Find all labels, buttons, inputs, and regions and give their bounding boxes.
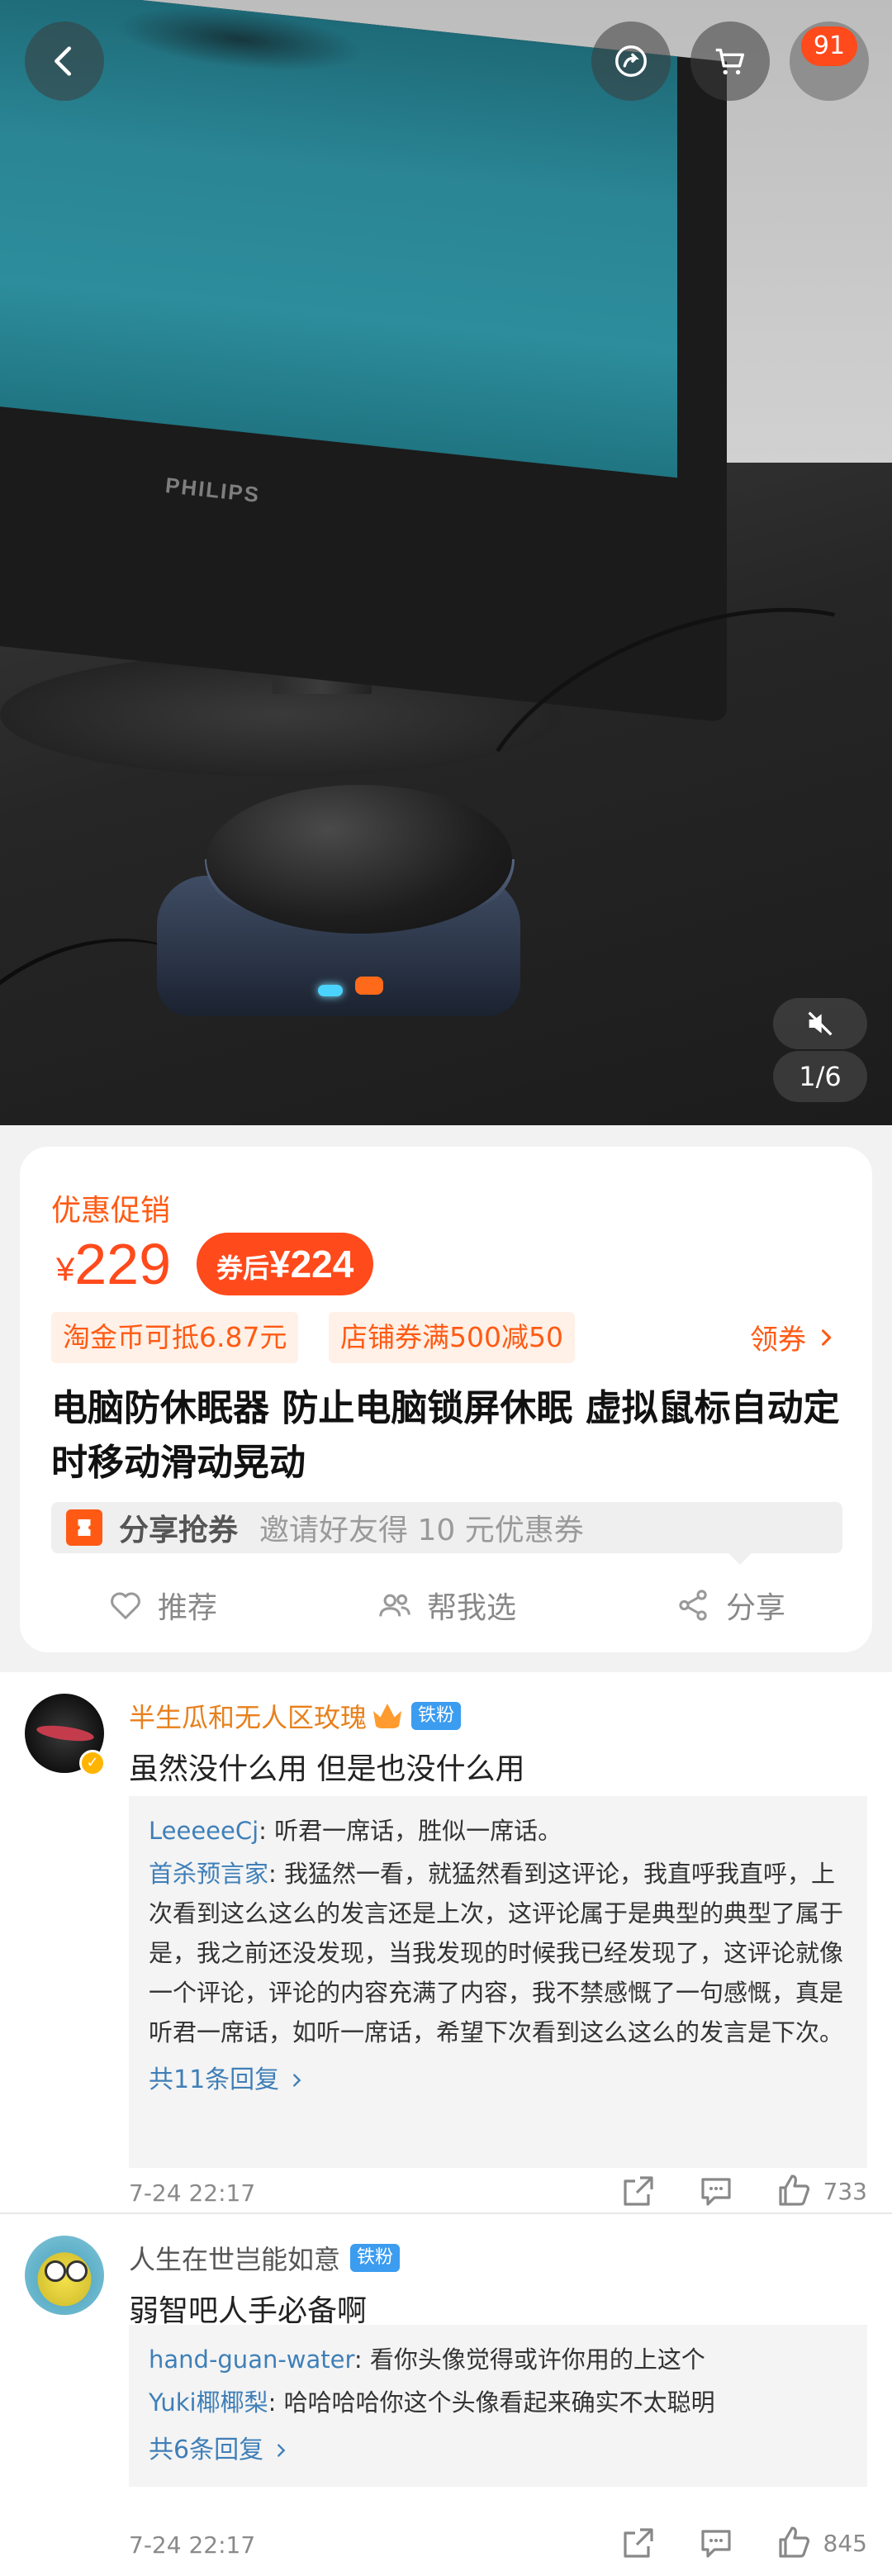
- reply-comment-icon[interactable]: [696, 2523, 736, 2563]
- heart-icon: [111, 1592, 140, 1619]
- comment-username[interactable]: 人生在世岂能如意 铁粉: [129, 2239, 401, 2277]
- coupon-prefix: 券后: [216, 1252, 270, 1284]
- cart-icon: [715, 48, 745, 75]
- comment-item: ✓ 半生瓜和无人区玫瑰 铁粉 虽然没什么用 但是也没什么用 LeeeeeCj: …: [0, 1672, 892, 2212]
- avatar[interactable]: [25, 2236, 104, 2315]
- help-me-choose-label: 帮我选: [426, 1591, 516, 1625]
- reply-username[interactable]: LeeeeeCj: [149, 1817, 259, 1845]
- comment-toolbar: 845: [581, 2523, 867, 2563]
- avatar-eye: [45, 2260, 66, 2282]
- thumbs-up-icon[interactable]: [774, 2171, 814, 2211]
- cart-badge: 91: [801, 26, 857, 66]
- comment-text: 弱智吧人手必备啊: [129, 2294, 368, 2328]
- image-pager: 1/6: [773, 1051, 867, 1102]
- reply-username[interactable]: hand-guan-water: [149, 2345, 354, 2374]
- share-coupon-label: 分享抢券: [119, 1514, 239, 1547]
- view-more-replies-link[interactable]: 共11条回复: [149, 2060, 847, 2100]
- share-coupon-bar[interactable]: 分享抢券 邀请好友得 10 元优惠券: [51, 1502, 842, 1565]
- monitor: [0, 0, 727, 723]
- reply-item: LeeeeeCj: 听君一席话，胜似一席话。: [149, 1817, 562, 1845]
- more-replies-label: 共11条回复: [149, 2065, 280, 2094]
- share-button[interactable]: [591, 21, 671, 101]
- product-actions: 推荐 帮我选 分享: [20, 1576, 872, 1634]
- chevron-left-icon: [55, 46, 72, 76]
- chevron-right-icon: [293, 2074, 301, 2087]
- reply-box[interactable]: hand-guan-water: 看你头像觉得或许你用的上这个 Yuki椰椰梨:…: [129, 2325, 867, 2487]
- chevron-right-icon: [821, 1328, 832, 1346]
- coupon-price-value: ¥224: [269, 1243, 354, 1286]
- currency-symbol: ¥: [56, 1252, 75, 1288]
- product-title: 电脑防休眠器 防止电脑锁屏休眠 虚拟鼠标自动定时移动滑动晃动: [51, 1387, 840, 1484]
- share-product-button[interactable]: 分享: [588, 1576, 872, 1634]
- coupon-price-badge: 券后¥224: [197, 1233, 374, 1295]
- price-value: 229: [74, 1232, 172, 1296]
- share-product-label: 分享: [725, 1591, 785, 1625]
- comment-username[interactable]: 半生瓜和无人区玫瑰 铁粉: [129, 1697, 462, 1735]
- reply-username[interactable]: Yuki椰椰梨: [149, 2388, 268, 2417]
- reply-item: Yuki椰椰梨: 哈哈哈哈你这个头像看起来确实不太聪明: [149, 2388, 715, 2417]
- promo-tag-coins[interactable]: 淘金币可抵6.87元: [51, 1312, 299, 1363]
- power-indicator-light: [318, 985, 343, 996]
- chevron-right-icon: [278, 2444, 286, 2457]
- power-switch: [355, 977, 383, 995]
- reply-text: 看你头像觉得或许你用的上这个: [369, 2345, 705, 2374]
- promo-tag-store-coupon[interactable]: 店铺券满500减50: [329, 1312, 575, 1363]
- reply-comment-icon[interactable]: [696, 2171, 736, 2211]
- share-arrow-icon: [615, 45, 647, 77]
- cart-button[interactable]: [690, 21, 770, 101]
- recommend-button[interactable]: 推荐: [20, 1576, 304, 1634]
- get-coupon-label: 领券: [750, 1324, 806, 1357]
- avatar-eye: [66, 2260, 88, 2282]
- view-more-replies-link[interactable]: 共6条回复: [149, 2431, 847, 2470]
- forward-icon[interactable]: [619, 2171, 658, 2211]
- reply-username[interactable]: 首杀预言家: [149, 1860, 268, 1888]
- like-count: 845: [823, 2529, 867, 2557]
- reply-text: 哈哈哈哈你这个头像看起来确实不太聪明: [283, 2388, 715, 2417]
- username-text: 人生在世岂能如意: [129, 2244, 341, 2275]
- username-text: 半生瓜和无人区玫瑰: [129, 1702, 368, 1733]
- recommend-label: 推荐: [157, 1591, 217, 1625]
- reply-item: 首杀预言家: 我猛然一看，就猛然看到这评论，我直呼我直呼，上次看到这么这么的发言…: [149, 1860, 844, 2046]
- avatar-fish-image: [36, 1723, 95, 1744]
- comment-timestamp: 7-24 22:17: [129, 2531, 256, 2559]
- reply-text: 听君一席话，胜似一席话。: [274, 1817, 562, 1845]
- comment-item: 人生在世岂能如意 铁粉 弱智吧人手必备啊 hand-guan-water: 看你…: [0, 2214, 892, 2576]
- thumbs-up-icon[interactable]: [774, 2523, 814, 2563]
- share-nodes-icon: [679, 1590, 707, 1621]
- reply-item: hand-guan-water: 看你头像觉得或许你用的上这个: [149, 2345, 705, 2374]
- product-image-carousel[interactable]: PHILIPS 91 1/6: [0, 0, 892, 1125]
- get-coupon-link[interactable]: 领券: [750, 1317, 837, 1357]
- reply-box[interactable]: LeeeeeCj: 听君一席话，胜似一席话。 首杀预言家: 我猛然一看，就猛然看…: [129, 1796, 867, 2168]
- coupon-ticket-icon: [66, 1509, 102, 1546]
- speaker-muted-icon: [808, 1011, 833, 1036]
- promo-label: 优惠促销: [51, 1194, 171, 1228]
- back-button[interactable]: [25, 21, 104, 101]
- crown-icon: [373, 1704, 402, 1728]
- share-bar-pointer: [728, 1553, 752, 1565]
- fan-badge: 铁粉: [411, 1702, 462, 1730]
- help-me-choose-button[interactable]: 帮我选: [304, 1576, 588, 1634]
- people-icon: [379, 1594, 410, 1617]
- verified-check-icon: ✓: [79, 1750, 106, 1776]
- comment-text: 虽然没什么用 但是也没什么用: [129, 1752, 525, 1786]
- mouse: [206, 785, 512, 934]
- product-info-card: 优惠促销 ¥229 券后¥224 淘金币可抵6.87元 店铺券满500减50 领…: [20, 1147, 872, 1652]
- fan-badge: 铁粉: [350, 2244, 401, 2272]
- price: ¥229: [56, 1231, 171, 1297]
- comment-toolbar: 733: [581, 2171, 867, 2211]
- comment-timestamp: 7-24 22:17: [129, 2179, 256, 2207]
- mute-button[interactable]: [773, 998, 867, 1049]
- share-coupon-desc: 邀请好友得 10 元优惠券: [259, 1514, 584, 1547]
- like-count: 733: [823, 2177, 867, 2205]
- more-replies-label: 共6条回复: [149, 2436, 264, 2464]
- forward-icon[interactable]: [619, 2523, 658, 2563]
